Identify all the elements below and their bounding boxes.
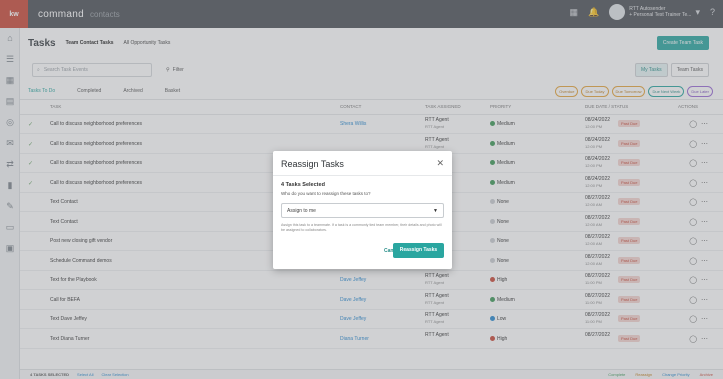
- reassign-tasks-modal: Reassign Tasks ✕ 4 Tasks Selected Who do…: [273, 151, 452, 269]
- assignee-select-value: Assign to me: [287, 208, 316, 214]
- caret-down-icon: ▼: [433, 208, 438, 214]
- modal-question: Who do you want to reassign these tasks …: [281, 191, 371, 196]
- close-icon[interactable]: ✕: [436, 158, 444, 169]
- modal-title: Reassign Tasks: [281, 159, 344, 169]
- assignee-select[interactable]: Assign to me ▼: [281, 203, 444, 218]
- modal-divider: [273, 175, 452, 176]
- reassign-tasks-button[interactable]: Reassign Tasks: [393, 243, 444, 258]
- modal-hint: Assign this task to a teammate. If a tas…: [281, 223, 442, 232]
- tasks-selected-count: 4 Tasks Selected: [281, 182, 325, 188]
